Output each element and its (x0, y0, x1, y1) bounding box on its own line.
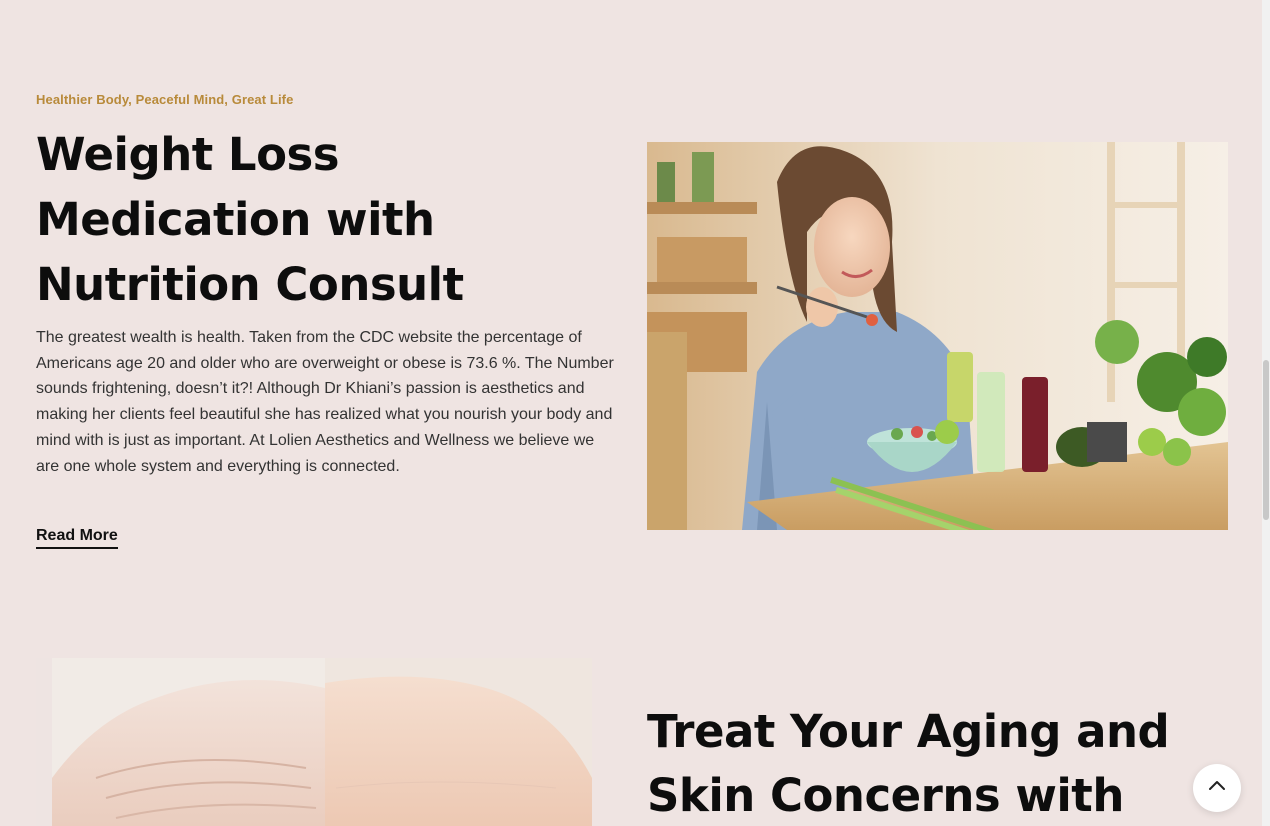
scroll-to-top-button[interactable] (1193, 764, 1241, 812)
aging-skin-forehead-photo (36, 658, 592, 826)
read-more-link[interactable]: Read More (36, 526, 118, 549)
article-2-title: Treat Your Aging and Skin Concerns with (647, 705, 1170, 822)
article-eyebrow: Healthier Body, Peaceful Mind, Great Lif… (36, 92, 294, 107)
article-body: The greatest wealth is health. Taken fro… (36, 329, 614, 475)
page: Healthier Body, Peaceful Mind, Great Lif… (0, 0, 1262, 826)
page-scrollbar[interactable] (1262, 0, 1270, 826)
scrollbar-thumb[interactable] (1263, 360, 1269, 520)
article-title: Weight Loss Medication with Nutrition Co… (36, 128, 464, 311)
woman-eating-salad-photo (647, 142, 1228, 530)
chevron-up-icon (1206, 775, 1228, 802)
